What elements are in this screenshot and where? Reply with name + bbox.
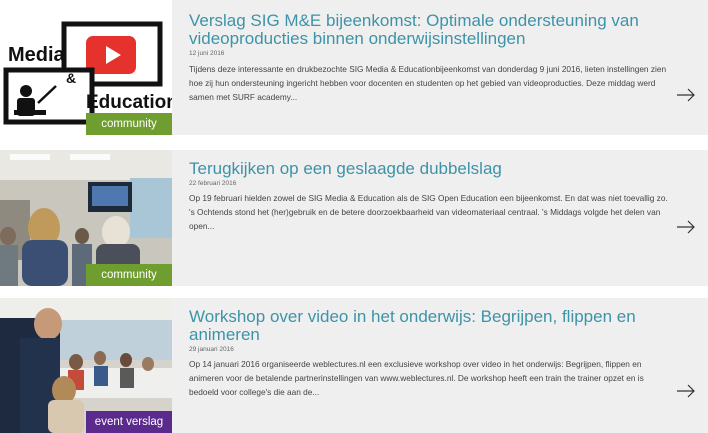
category-tag[interactable]: event verslag	[86, 411, 172, 433]
news-card[interactable]: Media & Education community Verslag SIG …	[0, 0, 708, 135]
card-body: Terugkijken op een geslaagde dubbelslag …	[189, 160, 668, 233]
article-excerpt: Op 19 februari hielden zowel de SIG Medi…	[189, 193, 668, 231]
category-tag[interactable]: community	[86, 113, 172, 135]
arrow-right-icon[interactable]	[676, 88, 696, 102]
logo-text-media: Media	[8, 44, 65, 66]
article-title[interactable]: Verslag SIG M&E bijeenkomst: Optimale on…	[189, 12, 668, 48]
article-date: 22 februari 2016	[189, 180, 237, 187]
news-card[interactable]: event verslag Workshop over video in het…	[0, 298, 708, 433]
card-body: Verslag SIG M&E bijeenkomst: Optimale on…	[189, 12, 668, 104]
media-education-logo: Media & Education community	[0, 0, 172, 135]
article-excerpt: Tijdens deze interessante en drukbezocht…	[189, 64, 667, 102]
news-card[interactable]: community Terugkijken op een geslaagde d…	[0, 150, 708, 286]
category-tag[interactable]: community	[86, 264, 172, 286]
news-list: Media & Education community Verslag SIG …	[0, 0, 708, 433]
article-title[interactable]: Terugkijken op een geslaagde dubbelslag	[189, 160, 668, 178]
meeting-photo: community	[0, 150, 172, 286]
arrow-right-icon[interactable]	[676, 384, 696, 398]
article-title[interactable]: Workshop over video in het onderwijs: Be…	[189, 308, 668, 344]
article-excerpt: Op 14 januari 2016 organiseerde weblectu…	[189, 359, 644, 397]
card-body: Workshop over video in het onderwijs: Be…	[189, 308, 668, 399]
article-date: 12 juni 2016	[189, 50, 225, 57]
logo-text-ampersand: &	[66, 70, 77, 86]
arrow-right-icon[interactable]	[676, 220, 696, 234]
logo-text-education: Education	[86, 92, 172, 113]
workshop-photo: event verslag	[0, 298, 172, 433]
article-date: 29 januari 2016	[189, 346, 234, 353]
